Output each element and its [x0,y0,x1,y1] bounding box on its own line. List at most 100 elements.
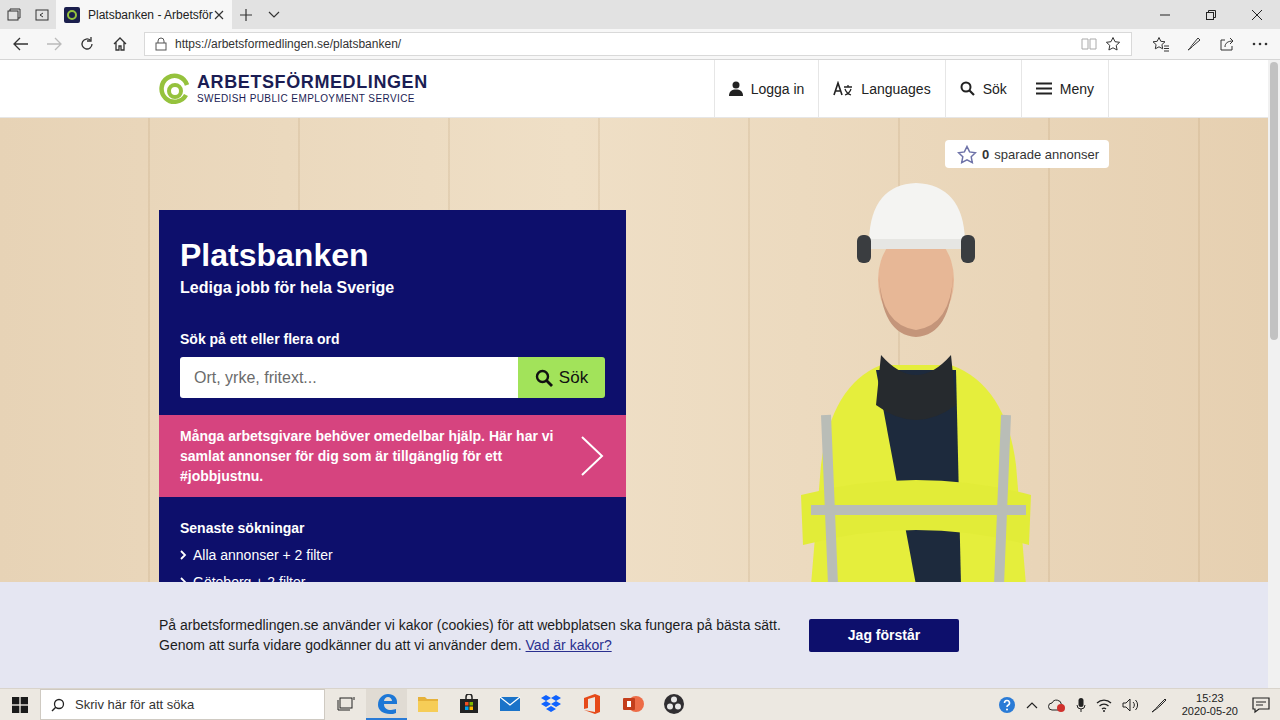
pen-workspace-icon[interactable] [1150,697,1168,713]
microphone-icon[interactable] [1076,697,1086,713]
dropbox-icon [540,694,562,714]
hero-container: Platsbanken Lediga jobb för hela Sverige S… [159,118,1109,582]
start-button[interactable] [0,689,40,720]
forward-button [37,30,70,58]
more-button[interactable] [1243,30,1276,58]
task-view-button[interactable] [325,689,366,720]
recent-title: Senaste sökningar [180,519,605,537]
search-row: Ort, yrke, fritext... Sök [180,357,605,398]
search-label: Sök på ett eller flera ord [180,330,605,348]
scrollbar[interactable] [1268,60,1280,688]
recent-search-label: Göteborg + 2 filter [193,573,305,582]
folder-icon [417,695,439,713]
dropbox-app[interactable] [530,689,571,720]
taskbar-search[interactable]: Skriv här för att söka [40,689,325,720]
mail-app[interactable] [489,689,530,720]
obs-icon [663,693,685,715]
powerpoint-icon [622,694,644,714]
favorites-button[interactable] [1144,30,1177,58]
scroll-thumb[interactable] [1270,62,1278,340]
back-button[interactable] [4,30,37,58]
tab-preview-button[interactable] [260,0,288,29]
speaker-icon[interactable] [1122,698,1140,712]
wifi-icon[interactable] [1096,698,1112,712]
set-aside-tabs-button[interactable] [28,0,56,29]
cookie-container: På arbetsformedlingen.se använder vi kak… [159,615,1109,655]
chevron-right-icon [580,435,604,477]
cloud-sync-icon[interactable] [1048,697,1066,713]
envelope-icon [499,696,521,712]
restore-button[interactable] [1188,0,1234,29]
recent-search-item[interactable]: Göteborg + 2 filter [180,573,605,582]
edge-icon [376,693,398,715]
saved-ads-badge[interactable]: 0sparade annonser [945,140,1109,168]
share-icon [1219,36,1235,52]
help-icon[interactable] [998,696,1016,714]
forward-arrow-icon [46,37,62,51]
hamburger-icon [1036,82,1052,95]
login-link[interactable]: Logga in [714,60,819,117]
hero-right: 0sparade annonser [776,118,1109,582]
close-tab-icon[interactable] [214,10,224,20]
obs-app[interactable] [653,689,694,720]
languages-link[interactable]: Languages [818,60,944,117]
recent-search-item[interactable]: Alla annonser + 2 filter [180,546,605,564]
nav-label: Meny [1060,81,1094,97]
home-button[interactable] [103,30,136,58]
refresh-icon [79,36,95,52]
drag-area[interactable] [288,0,1142,29]
edge-app[interactable] [366,689,407,720]
browser-tab[interactable]: Platsbanken - Arbetsför [56,0,232,29]
clock[interactable]: 15:232020-05-20 [1178,692,1242,718]
office-app[interactable] [571,689,612,720]
action-center-icon[interactable] [1252,696,1270,714]
home-icon [112,36,128,52]
nav-label: Sök [983,81,1007,97]
tab-actions-button[interactable] [0,0,28,29]
url-field[interactable]: https://arbetsformedlingen.se/platsbanke… [144,32,1132,56]
store-app[interactable] [448,689,489,720]
close-icon [1252,10,1262,20]
search-icon [51,698,65,712]
promo-text: Många arbetsgivare behöver omedelbar hjä… [180,426,560,486]
site-nav: Logga in Languages Sök Meny [714,60,1109,117]
search-placeholder: Ort, yrke, fritext... [194,369,317,387]
logo-tagline: SWEDISH PUBLIC EMPLOYMENT SERVICE [197,92,428,105]
share-button[interactable] [1210,30,1243,58]
nav-label: Logga in [751,81,805,97]
set-aside-icon [35,8,49,22]
search-link[interactable]: Sök [945,60,1021,117]
reading-view-icon[interactable] [1081,37,1097,51]
cookie-accept-button[interactable]: Jag förstår [809,619,959,652]
taskbar: Skriv här för att söka 15:232020-05-20 [0,688,1280,720]
store-bag-icon [459,694,479,714]
show-hidden-icons-icon[interactable] [1026,701,1038,709]
cookie-info-link[interactable]: Vad är kakor? [526,637,612,653]
header-container: ARBETSFÖRMEDLINGENSWEDISH PUBLIC EMPLOYM… [159,60,1109,117]
taskbar-space [694,689,990,720]
taskbar-search-placeholder: Skriv här för att söka [75,697,194,712]
cookie-line: Genom att surfa vidare godkänner du att … [159,635,799,655]
logo-ring-icon [159,73,191,105]
logo[interactable]: ARBETSFÖRMEDLINGENSWEDISH PUBLIC EMPLOYM… [159,72,428,105]
saved-label: sparade annonser [994,147,1099,162]
card-title: Platsbanken [180,236,605,274]
card-subtitle: Lediga jobb för hela Sverige [180,278,605,298]
promo-banner[interactable]: Många arbetsgivare behöver omedelbar hjä… [159,415,626,497]
cookie-line: På arbetsformedlingen.se använder vi kak… [159,615,799,635]
favorites-icon [1152,36,1170,52]
logo-text: ARBETSFÖRMEDLINGENSWEDISH PUBLIC EMPLOYM… [197,72,428,105]
file-explorer-app[interactable] [407,689,448,720]
menu-link[interactable]: Meny [1021,60,1109,117]
search-button-label: Sök [559,368,588,388]
close-window-button[interactable] [1234,0,1280,29]
refresh-button[interactable] [70,30,103,58]
minimize-button[interactable] [1142,0,1188,29]
new-tab-button[interactable] [232,0,260,29]
star-icon[interactable] [1105,36,1121,52]
notes-button[interactable] [1177,30,1210,58]
search-input[interactable]: Ort, yrke, fritext... [180,357,518,398]
search-button[interactable]: Sök [518,357,605,398]
address-bar: https://arbetsformedlingen.se/platsbanke… [0,29,1280,60]
powerpoint-app[interactable] [612,689,653,720]
